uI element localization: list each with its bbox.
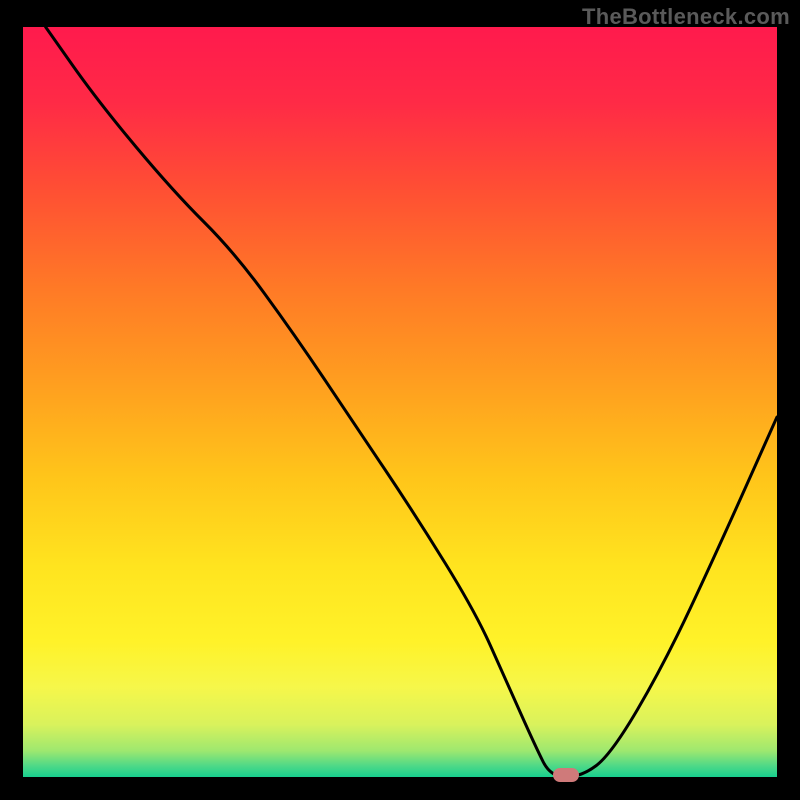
optimal-point-marker (553, 768, 579, 782)
chart-frame: TheBottleneck.com (0, 0, 800, 800)
plot-area (23, 27, 777, 777)
watermark-text: TheBottleneck.com (582, 4, 790, 30)
chart-svg (23, 27, 777, 777)
